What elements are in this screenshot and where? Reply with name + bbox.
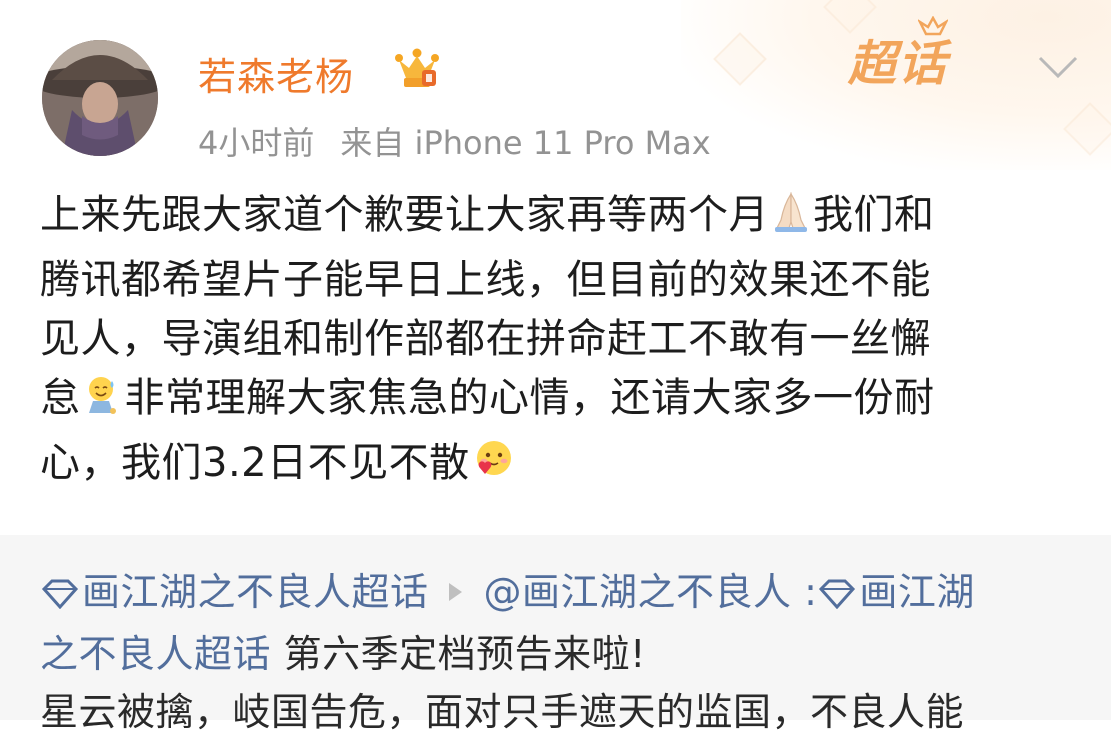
supertopic-link-2-cont[interactable]: 之不良人超话 bbox=[40, 632, 271, 676]
post-text: 上来先跟大家道个歉要让大家再等两个月 bbox=[40, 192, 769, 238]
repost-body: 第六季定档预告来啦! bbox=[271, 632, 646, 676]
author-link[interactable]: @画江湖之不良人 bbox=[484, 570, 792, 614]
sweat-smile-emoji bbox=[81, 373, 125, 434]
supertopic-link[interactable]: 画江湖之不良人超话 bbox=[82, 570, 429, 614]
supertopic-crown-icon bbox=[918, 16, 948, 36]
arrow-right-icon bbox=[448, 583, 462, 601]
deco-diamond bbox=[713, 32, 767, 86]
repost-text: 画江湖之不良人超话 @画江湖之不良人 : 画江湖 之不良人超话 第六季定档预告来啦!… bbox=[40, 563, 1090, 741]
avatar[interactable] bbox=[42, 40, 158, 156]
supertopic-diamond-icon bbox=[40, 567, 80, 625]
post-text: 我们和 bbox=[813, 192, 935, 238]
post-text: 心，我们3.2日不见不散 bbox=[40, 440, 470, 486]
reposted-content[interactable]: 画江湖之不良人超话 @画江湖之不良人 : 画江湖 之不良人超话 第六季定档预告来啦!… bbox=[0, 535, 1111, 734]
chevron-down-icon[interactable] bbox=[1036, 52, 1080, 82]
repost-colon: : bbox=[791, 570, 818, 614]
post-time: 4小时前 bbox=[198, 124, 315, 162]
heart-face-emoji bbox=[470, 438, 514, 499]
weibo-post-card: 若森老杨 4小时前 来自 iPhone 11 Pro Max 超话 上来先跟大家道… bbox=[0, 0, 1111, 535]
post-meta: 4小时前 来自 iPhone 11 Pro Max bbox=[198, 118, 711, 164]
username[interactable]: 若森老杨 bbox=[198, 46, 354, 101]
post-line: 见人，导演组和制作部都在拼命赶工不敢有一丝懈 bbox=[40, 316, 931, 362]
post-line: 腾讯都希望片子能早日上线，但目前的效果还不能 bbox=[40, 257, 931, 303]
post-text: 怠 bbox=[40, 375, 81, 421]
supertopic-link-2[interactable]: 画江湖 bbox=[859, 570, 975, 614]
post-line: 怠非常理解大家焦急的心情，还请大家多一份耐 bbox=[40, 369, 1080, 434]
repost-line: 星云被擒，岐国告危，面对只手遮天的监国，不良人能 bbox=[40, 690, 965, 734]
post-source: 来自 iPhone 11 Pro Max bbox=[340, 124, 711, 162]
post-line: 心，我们3.2日不见不散 bbox=[40, 434, 1080, 499]
deco-diamond bbox=[1063, 102, 1111, 156]
post-line: 上来先跟大家道个歉要让大家再等两个月 我们和 bbox=[40, 186, 1080, 251]
repost-line: 之不良人超话 第六季定档预告来啦! bbox=[40, 625, 1090, 683]
praying-hands-emoji bbox=[769, 190, 813, 251]
post-text: 非常理解大家焦急的心情，还请大家多一份耐 bbox=[124, 375, 935, 421]
supertopic-diamond-icon bbox=[817, 567, 857, 625]
post-content: 上来先跟大家道个歉要让大家再等两个月 我们和 腾讯都希望片子能早日上线，但目前的效… bbox=[40, 186, 1080, 499]
repost-line: 画江湖之不良人超话 @画江湖之不良人 : 画江湖 bbox=[40, 563, 1090, 625]
crown-badge-icon bbox=[395, 48, 439, 87]
